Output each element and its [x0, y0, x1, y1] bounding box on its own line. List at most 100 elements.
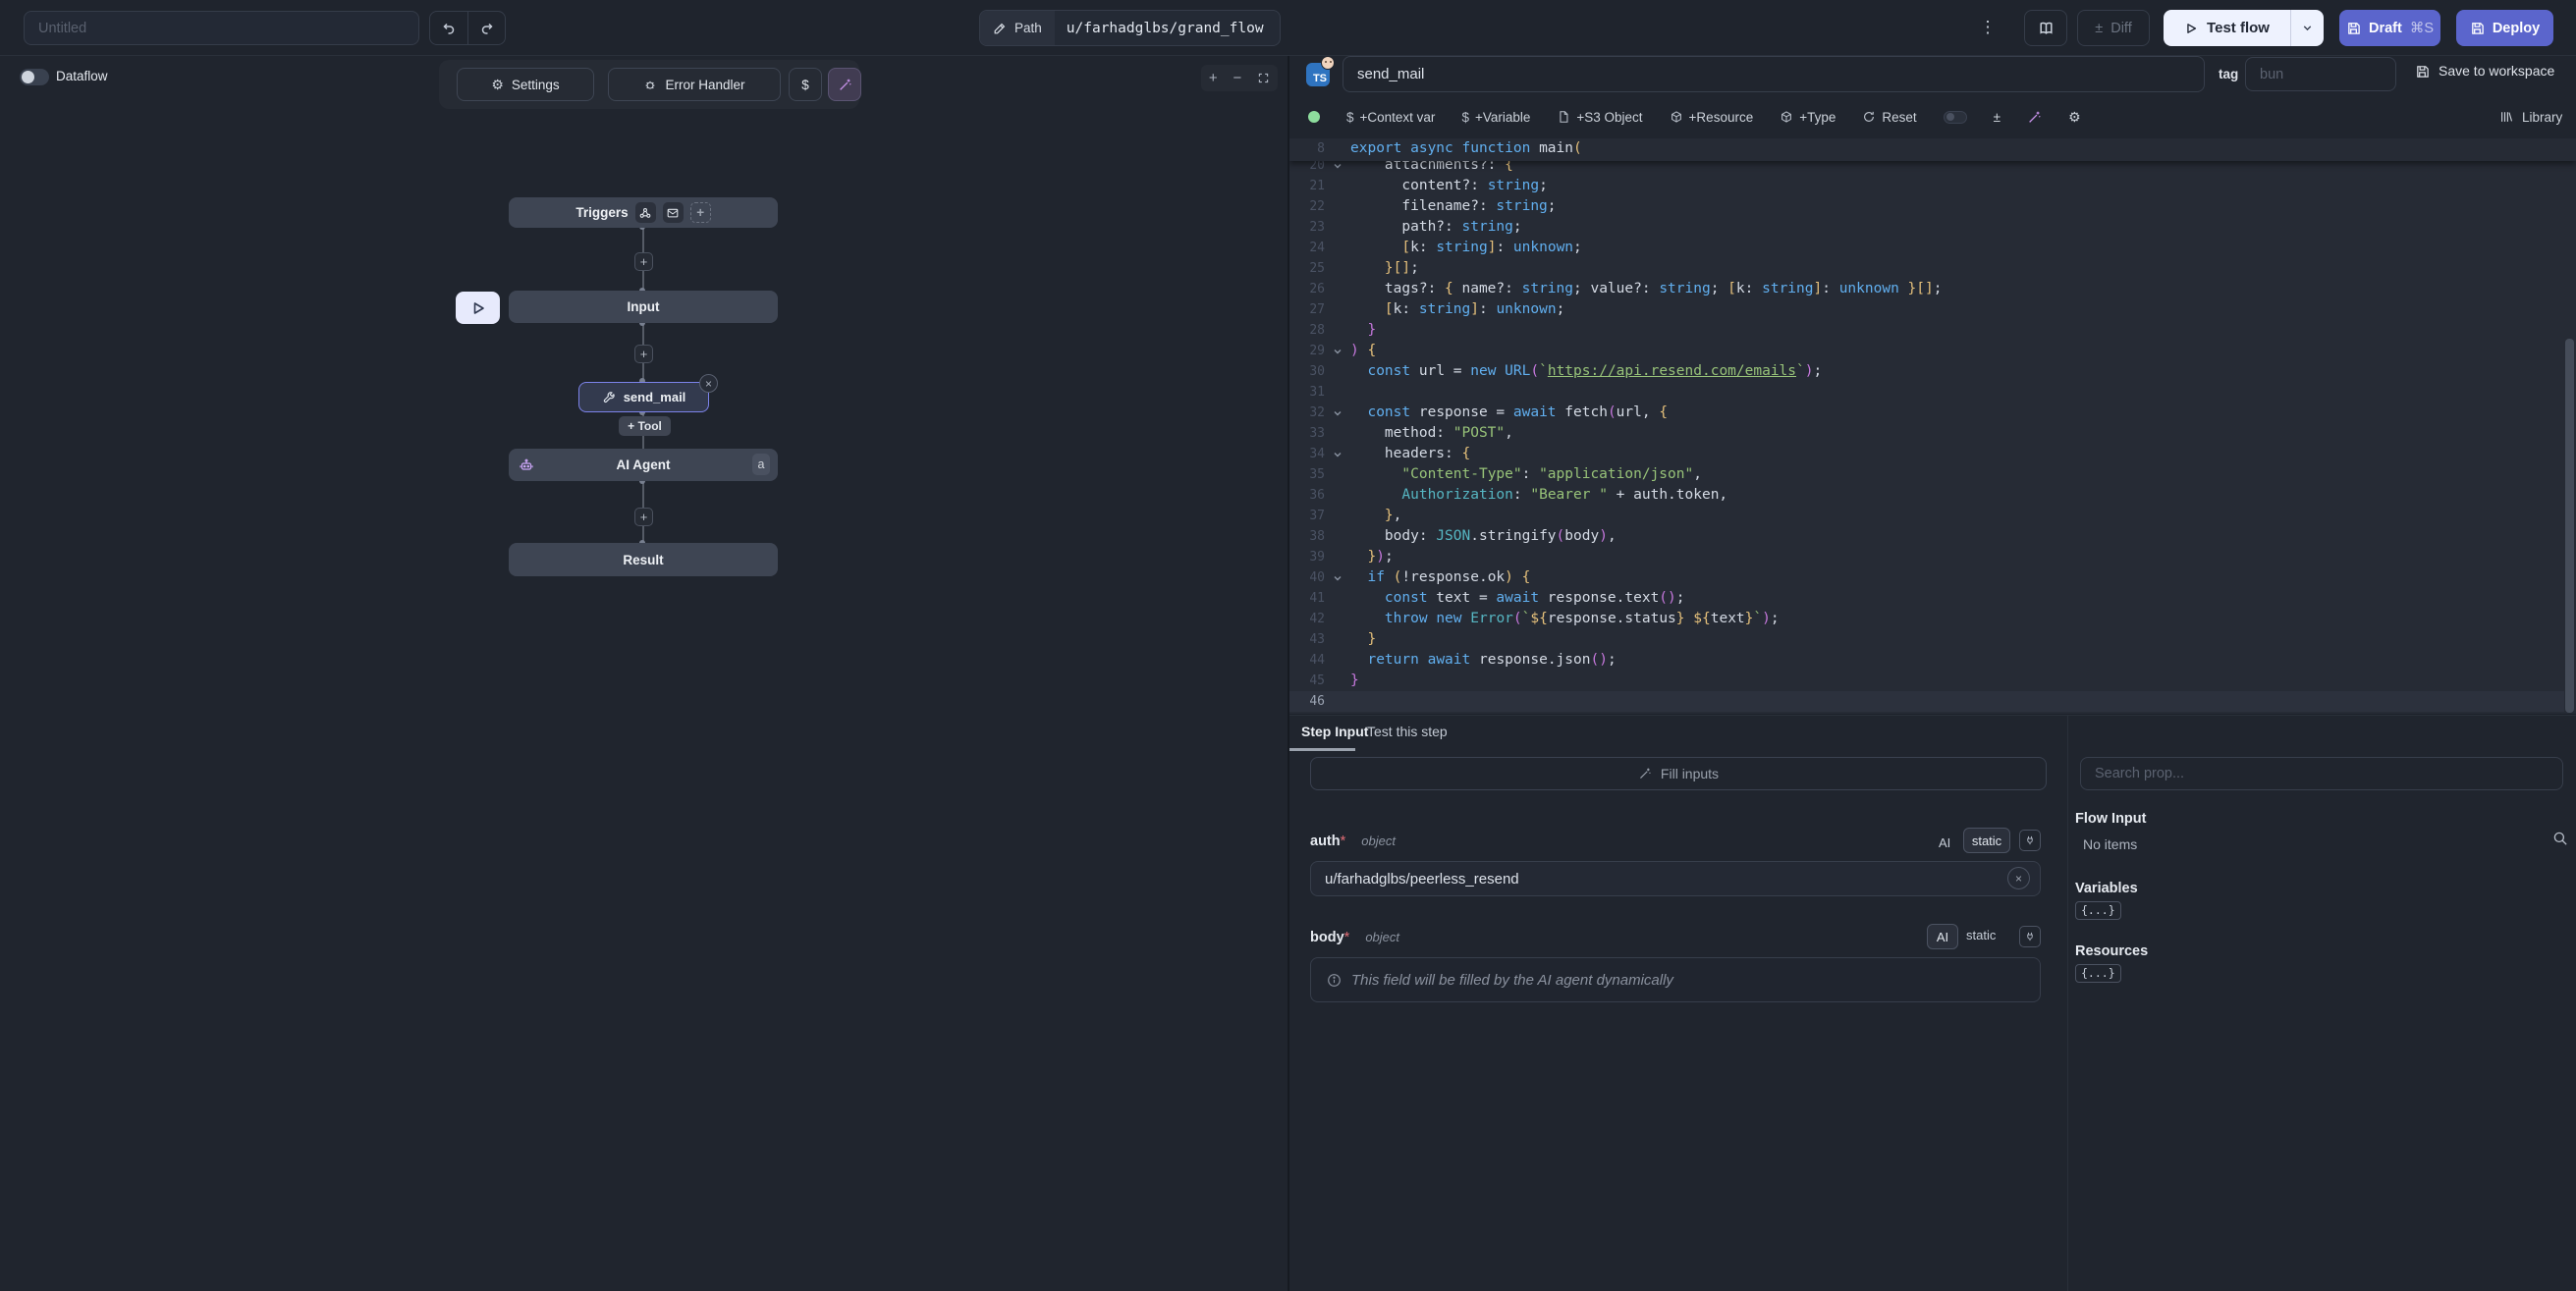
undo-button[interactable]: [430, 12, 467, 44]
tab-step-input[interactable]: Step Input: [1301, 724, 1368, 739]
code-line[interactable]: 31: [1289, 382, 2564, 403]
deploy-button[interactable]: Deploy: [2456, 10, 2553, 46]
error-handler-button[interactable]: Error Handler: [608, 68, 781, 101]
editor-toggle[interactable]: [1944, 111, 1967, 124]
code-line[interactable]: 32 const response = await fetch(url, {: [1289, 403, 2564, 423]
redo-button[interactable]: [467, 12, 505, 44]
code-line[interactable]: 40 if (!response.ok) {: [1289, 567, 2564, 588]
code-line[interactable]: 41 const text = await response.text();: [1289, 588, 2564, 609]
add-resource-button[interactable]: +Resource: [1670, 110, 1754, 125]
path-edit[interactable]: Path: [980, 11, 1055, 45]
tag-input[interactable]: [2245, 57, 2396, 91]
node-result[interactable]: Result: [509, 543, 778, 576]
draft-button[interactable]: Draft ⌘S: [2339, 10, 2440, 46]
test-flow-split-button: Test flow: [2164, 10, 2324, 46]
flow-summary-input[interactable]: [24, 11, 419, 45]
code-line[interactable]: 39 });: [1289, 547, 2564, 567]
toggle-knob: [22, 71, 34, 83]
auth-mode-static[interactable]: static: [1963, 828, 2010, 853]
code-line[interactable]: 45}: [1289, 671, 2564, 691]
code-line[interactable]: 35 "Content-Type": "application/json",: [1289, 464, 2564, 485]
code-line[interactable]: 43 }: [1289, 629, 2564, 650]
search-icon[interactable]: [2551, 830, 2569, 847]
currency-button[interactable]: $: [789, 68, 822, 101]
zoom-out-button[interactable]: −: [1233, 70, 1241, 86]
add-context-var-button[interactable]: $ +Context var: [1346, 110, 1435, 125]
code-line[interactable]: 26 tags?: { name?: string; value?: strin…: [1289, 279, 2564, 299]
diff-button[interactable]: ± Diff: [2077, 10, 2150, 46]
ai-gen-button[interactable]: [2027, 110, 2042, 125]
node-send-mail[interactable]: send_mail: [578, 382, 709, 412]
insert-step-button[interactable]: +: [634, 508, 653, 526]
variables-object-chip[interactable]: {...}: [2075, 901, 2121, 920]
diff-mode-button[interactable]: ±: [1994, 110, 2001, 125]
fit-view-icon[interactable]: [1257, 72, 1270, 84]
code-line[interactable]: 30 const url = new URL(`https://api.rese…: [1289, 361, 2564, 382]
auth-type-label: object: [1361, 834, 1396, 848]
save-to-workspace-button[interactable]: Save to workspace: [2415, 63, 2554, 79]
tab-test-this-step[interactable]: Test this step: [1367, 724, 1448, 739]
body-mode-static[interactable]: static: [1966, 928, 1996, 942]
reset-button[interactable]: Reset: [1862, 110, 1916, 125]
path-chip[interactable]: Path u/farhadglbs/grand_flow: [979, 10, 1281, 46]
auth-plug-button[interactable]: [2019, 830, 2041, 851]
node-input[interactable]: Input: [509, 291, 778, 323]
add-variable-button[interactable]: $ +Variable: [1461, 110, 1530, 125]
code-line[interactable]: 23 path?: string;: [1289, 217, 2564, 238]
add-trigger-button[interactable]: +: [690, 202, 711, 223]
code-line[interactable]: 22 filename?: string;: [1289, 196, 2564, 217]
auth-value-input[interactable]: [1310, 861, 2041, 896]
code-line[interactable]: 37 },: [1289, 506, 2564, 526]
code-lines: 20 attachments?: {21 content?: string;22…: [1289, 138, 2576, 715]
code-line[interactable]: 34 headers: {: [1289, 444, 2564, 464]
code-line[interactable]: 46: [1289, 691, 2564, 712]
code-line[interactable]: 25 }[];: [1289, 258, 2564, 279]
code-line[interactable]: 27 [k: string]: unknown;: [1289, 299, 2564, 320]
code-line[interactable]: 36 Authorization: "Bearer " + auth.token…: [1289, 485, 2564, 506]
add-s3-object-button[interactable]: +S3 Object: [1557, 110, 1642, 125]
search-prop-input[interactable]: [2080, 757, 2563, 790]
webhook-trigger-button[interactable]: [635, 202, 656, 223]
node-triggers[interactable]: Triggers +: [509, 197, 778, 228]
docs-button[interactable]: [2024, 10, 2067, 46]
code-line[interactable]: 29) {: [1289, 341, 2564, 361]
auth-mode-ai[interactable]: AI: [1933, 832, 1956, 854]
library-button[interactable]: Library: [2499, 95, 2562, 138]
insert-step-button[interactable]: +: [634, 345, 653, 363]
remove-tool-button[interactable]: ×: [699, 374, 718, 393]
draft-shortcut: ⌘S: [2410, 21, 2434, 36]
editor-settings-button[interactable]: ⚙: [2068, 109, 2081, 126]
test-flow-button[interactable]: Test flow: [2164, 10, 2290, 46]
node-ai-agent[interactable]: AI Agent a: [509, 449, 778, 481]
add-tool-button[interactable]: + Tool: [619, 416, 671, 436]
editor-scrollbar[interactable]: [2565, 339, 2574, 713]
more-menu-button[interactable]: ⋮: [1976, 14, 2000, 41]
tag-label: tag: [2219, 67, 2238, 81]
run-input-button[interactable]: [456, 292, 500, 324]
fill-inputs-button[interactable]: Fill inputs: [1310, 757, 2047, 790]
editor-toolbar: $ +Context var $ +Variable +S3 Object +R…: [1308, 95, 2081, 138]
insert-step-button[interactable]: +: [634, 252, 653, 271]
code-line[interactable]: 42 throw new Error(`${response.status} $…: [1289, 609, 2564, 629]
auth-clear-button[interactable]: ×: [2007, 867, 2030, 889]
code-line[interactable]: 38 body: JSON.stringify(body),: [1289, 526, 2564, 547]
body-mode-ai[interactable]: AI: [1927, 924, 1958, 949]
code-editor[interactable]: 20 attachments?: {21 content?: string;22…: [1289, 138, 2576, 715]
test-flow-dropdown-button[interactable]: [2290, 10, 2324, 46]
zoom-in-button[interactable]: +: [1209, 70, 1218, 86]
step-name-input[interactable]: [1343, 56, 2205, 92]
resources-object-chip[interactable]: {...}: [2075, 964, 2121, 983]
add-type-button[interactable]: +Type: [1780, 110, 1836, 125]
email-trigger-button[interactable]: [663, 202, 684, 223]
code-line[interactable]: 28 }: [1289, 320, 2564, 341]
code-line[interactable]: 33 method: "POST",: [1289, 423, 2564, 444]
settings-button[interactable]: ⚙ Settings: [457, 68, 594, 101]
code-line[interactable]: 44 return await response.json();: [1289, 650, 2564, 671]
play-icon: [470, 300, 486, 316]
dataflow-toggle[interactable]: [20, 69, 49, 85]
ai-assistant-button[interactable]: [828, 68, 861, 101]
deploy-label: Deploy: [2493, 21, 2540, 36]
code-line[interactable]: 24 [k: string]: unknown;: [1289, 238, 2564, 258]
code-line[interactable]: 21 content?: string;: [1289, 176, 2564, 196]
body-plug-button[interactable]: [2019, 926, 2041, 947]
